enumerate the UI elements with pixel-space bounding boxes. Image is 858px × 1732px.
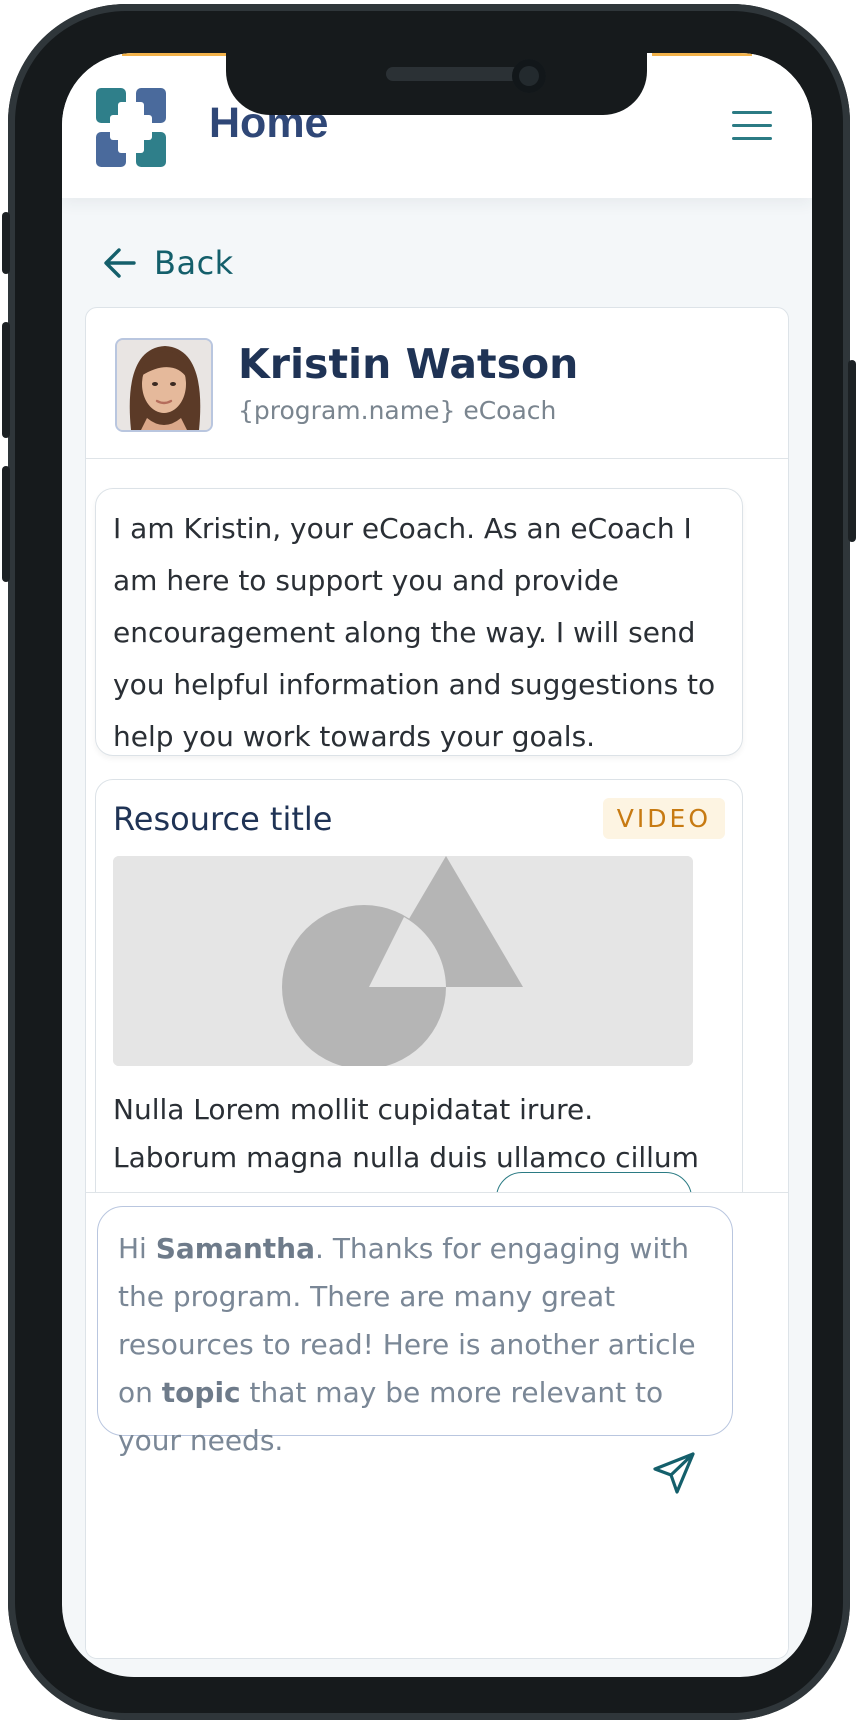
screen: Home Back Kristin Watson {program.name} … bbox=[62, 53, 812, 1677]
draft-text-1: Hi bbox=[118, 1232, 156, 1265]
resource-type-badge: VIDEO bbox=[602, 798, 725, 839]
notch bbox=[226, 53, 647, 115]
resource-thumbnail[interactable] bbox=[113, 856, 693, 1066]
speaker-grille bbox=[386, 67, 520, 81]
back-button[interactable]: Back bbox=[104, 243, 234, 283]
coach-role: {program.name} eCoach bbox=[238, 396, 557, 425]
menu-icon[interactable] bbox=[732, 109, 776, 143]
image-placeholder-icon bbox=[113, 856, 693, 1066]
send-icon[interactable] bbox=[652, 1451, 696, 1495]
volume-up-button bbox=[2, 322, 10, 438]
message-input[interactable]: Hi Samantha. Thanks for engaging with th… bbox=[97, 1206, 733, 1457]
header-accent-right bbox=[652, 53, 752, 56]
phone-frame: Home Back Kristin Watson {program.name} … bbox=[2, 4, 856, 1720]
draft-recipient-name: Samantha bbox=[155, 1232, 316, 1265]
coach-conversation-card: Kristin Watson {program.name} eCoach I a… bbox=[85, 307, 789, 1659]
resource-title: Resource title bbox=[113, 800, 333, 838]
front-camera bbox=[512, 59, 546, 93]
coach-name: Kristin Watson bbox=[238, 340, 579, 388]
avatar bbox=[115, 338, 213, 432]
draft-topic: topic bbox=[161, 1376, 241, 1409]
back-label: Back bbox=[154, 244, 234, 282]
resource-card[interactable]: Resource title VIDEO Nulla Lorem mollit … bbox=[95, 779, 743, 1234]
message-draft: Hi Samantha. Thanks for engaging with th… bbox=[118, 1225, 732, 1465]
logo-icon[interactable] bbox=[96, 88, 166, 167]
back-arrow-icon bbox=[104, 248, 136, 278]
mute-switch bbox=[2, 212, 10, 274]
message-composer: Hi Samantha. Thanks for engaging with th… bbox=[86, 1192, 788, 1658]
power-button bbox=[848, 360, 856, 542]
volume-down-button bbox=[2, 466, 10, 582]
coach-profile: Kristin Watson {program.name} eCoach bbox=[86, 308, 788, 459]
intro-message-text: I am Kristin, your eCoach. As an eCoach … bbox=[113, 512, 716, 753]
coach-intro-message: I am Kristin, your eCoach. As an eCoach … bbox=[95, 488, 743, 756]
